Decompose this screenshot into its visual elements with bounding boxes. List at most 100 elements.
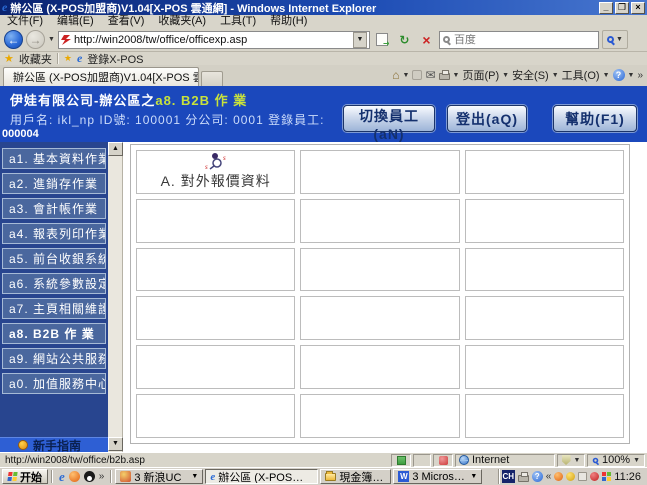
stop-button[interactable]: × xyxy=(417,30,436,49)
language-indicator[interactable]: CH xyxy=(501,470,515,483)
menu-edit[interactable]: 编辑(E) xyxy=(50,15,101,28)
command-bar: ⌂ ▼ ✉ ▼ 页面(P) ▼ 安全(S) ▼ 工具(O) ▼ ? ▼ » xyxy=(392,67,643,83)
sidebar-scrollbar[interactable]: ▲ ▼ xyxy=(108,142,123,452)
address-field[interactable]: ▼ xyxy=(57,30,370,49)
restore-button[interactable]: ❐ xyxy=(615,1,629,14)
grid-cell xyxy=(300,394,460,438)
address-bar: ← → ▼ ▼ ↻ × ▼ xyxy=(0,28,647,52)
tray-icon-red[interactable] xyxy=(590,472,600,481)
status-url: http://win2008/tw/office/b2b.asp xyxy=(5,454,145,466)
tray-chevron[interactable]: « xyxy=(546,471,552,482)
sidebar-item-a2[interactable]: a2. 進銷存作業 xyxy=(2,173,106,194)
switch-employee-button[interactable]: 切換員工(aN) xyxy=(343,105,435,142)
menu-help[interactable]: 帮助(H) xyxy=(263,15,314,28)
favorite-site-icon: e xyxy=(76,51,83,65)
sidebar-item-a3[interactable]: a3. 會計帳作業 xyxy=(2,198,106,219)
more-commands-chevron[interactable]: » xyxy=(637,70,643,81)
protected-mode-cell[interactable]: ▼ xyxy=(557,453,585,467)
url-input[interactable] xyxy=(73,33,350,46)
menu-view[interactable]: 查看(V) xyxy=(101,15,152,28)
grid-item-quote-data[interactable]: s s A. 對外報價資料 xyxy=(136,150,296,194)
logout-button[interactable]: 登出(aQ) xyxy=(447,105,527,132)
sidebar-item-a6[interactable]: a6. 系統參數設定 xyxy=(2,273,106,294)
sidebar-item-a8-selected[interactable]: a8. B2B 作 業 xyxy=(2,323,106,344)
quick-launch-ie-icon[interactable]: e xyxy=(59,469,65,485)
grid-cell xyxy=(464,198,624,243)
page-menu-button[interactable]: 页面(P) xyxy=(462,67,499,83)
menu-file[interactable]: 文件(F) xyxy=(0,15,50,28)
history-dropdown-icon[interactable]: ▼ xyxy=(48,36,55,43)
tray-help-icon[interactable]: ? xyxy=(531,471,543,482)
grid-item-label: A. 對外報價資料 xyxy=(160,173,271,190)
ie-window-icon: e xyxy=(210,470,216,483)
add-favorite-icon[interactable]: ★ xyxy=(64,53,72,64)
taskbar-window-office-active[interactable]: e 辦公區 (X-POS加盟... xyxy=(205,469,319,484)
sidebar-item-a0[interactable]: a0. 加值服務中心 xyxy=(2,373,106,394)
new-tab-button[interactable] xyxy=(201,71,223,86)
grid-cell xyxy=(136,296,296,341)
search-box[interactable] xyxy=(438,30,599,49)
tools-menu-button[interactable]: 工具(O) xyxy=(562,67,600,83)
window-title: 辦公區 (X-POS加盟商)V1.04[X-POS 雲通網] - Windows… xyxy=(10,2,377,15)
help-button[interactable]: 幫助(F1) xyxy=(553,105,637,132)
site-favicon xyxy=(60,34,71,45)
grid-cell xyxy=(300,345,460,390)
taskbar-group-office[interactable]: W 3 Microsoft Off... ▼ xyxy=(393,469,483,484)
tray-printer-icon[interactable] xyxy=(517,471,529,482)
mail-icon[interactable]: ✉ xyxy=(425,68,435,82)
menu-favorites[interactable]: 收藏夹(A) xyxy=(151,15,213,28)
status-bar: http://win2008/tw/office/b2b.asp Interne… xyxy=(0,452,647,467)
tab-title: 辦公區 (X-POS加盟商)V1.04[X-POS 雲通網] xyxy=(13,72,198,84)
forward-button[interactable]: → xyxy=(26,30,45,49)
windows-logo-icon xyxy=(7,472,18,481)
quick-launch-uc-icon[interactable] xyxy=(68,471,80,482)
grid-cell xyxy=(464,150,624,194)
sidebar-item-a1[interactable]: a1. 基本資料作業 xyxy=(2,148,106,169)
help-icon[interactable]: ? xyxy=(612,69,625,81)
taskbar: 开始 e » 3 新浪UC ▼ e 辦公區 (X-POS加盟... 現金簿票登錄… xyxy=(0,467,647,485)
menu-grid: s s A. 對外報價資料 xyxy=(130,144,630,444)
compatibility-view-button[interactable] xyxy=(373,30,392,49)
browser-window: e 辦公區 (X-POS加盟商)V1.04[X-POS 雲通網] - Windo… xyxy=(0,0,647,485)
guide-icon xyxy=(18,440,28,450)
search-go-button[interactable]: ▼ xyxy=(601,30,628,49)
start-button[interactable]: 开始 xyxy=(2,469,48,484)
menu-tools[interactable]: 工具(T) xyxy=(213,15,263,28)
tab-bar: 辦公區 (X-POS加盟商)V1.04[X-POS 雲通網] ⌂▼ ✉ ▼ 页面… xyxy=(0,65,647,86)
print-icon[interactable] xyxy=(438,70,450,80)
scroll-down-icon[interactable]: ▼ xyxy=(108,437,123,451)
minimize-button[interactable]: _ xyxy=(599,1,613,14)
sidebar-item-a9[interactable]: a9. 網站公共服務 xyxy=(2,348,106,369)
divider xyxy=(110,470,113,483)
quick-launch-chevron[interactable]: » xyxy=(99,471,105,482)
tray-icon-document[interactable] xyxy=(578,472,588,481)
employee-id: 000004 xyxy=(2,128,39,140)
feeds-icon[interactable] xyxy=(412,70,423,80)
beginner-guide-button[interactable]: 新手指南 xyxy=(0,437,108,452)
active-tab[interactable]: 辦公區 (X-POS加盟商)V1.04[X-POS 雲通網] xyxy=(3,67,199,86)
refresh-button[interactable]: ↻ xyxy=(395,30,414,49)
back-button[interactable]: ← xyxy=(4,30,23,49)
tray-icon-msn[interactable] xyxy=(602,472,612,481)
sidebar-item-a7[interactable]: a7. 主頁相關維護 xyxy=(2,298,106,319)
safety-menu-button[interactable]: 安全(S) xyxy=(512,67,549,83)
taskbar-clock: 11:26 xyxy=(614,470,641,483)
grid-cell xyxy=(464,296,624,341)
internet-zone-icon xyxy=(459,455,469,465)
tray-icon-yellow[interactable] xyxy=(566,472,576,481)
scroll-up-icon[interactable]: ▲ xyxy=(108,142,123,156)
tray-icon-orange[interactable] xyxy=(554,472,564,481)
url-dropdown-icon[interactable]: ▼ xyxy=(352,31,367,48)
close-button[interactable]: × xyxy=(631,1,645,14)
zoom-control[interactable]: 100% ▼ xyxy=(587,453,645,467)
taskbar-group-sina-uc[interactable]: 3 新浪UC ▼ xyxy=(115,469,204,484)
search-input[interactable] xyxy=(453,33,596,46)
taskbar-window-cashbook[interactable]: 現金簿票登錄 xyxy=(320,469,392,484)
sidebar-item-a4[interactable]: a4. 報表列印作業 xyxy=(2,223,106,244)
favorites-bar: ★ 收藏夹 ★ e 登錄X-POS xyxy=(0,51,647,66)
grid-cell xyxy=(464,345,624,390)
quick-launch-qq-icon[interactable] xyxy=(83,471,95,482)
home-icon[interactable]: ⌂ xyxy=(392,68,399,82)
grid-cell xyxy=(300,247,460,292)
sidebar-item-a5[interactable]: a5. 前台收銀系統 xyxy=(2,248,106,269)
